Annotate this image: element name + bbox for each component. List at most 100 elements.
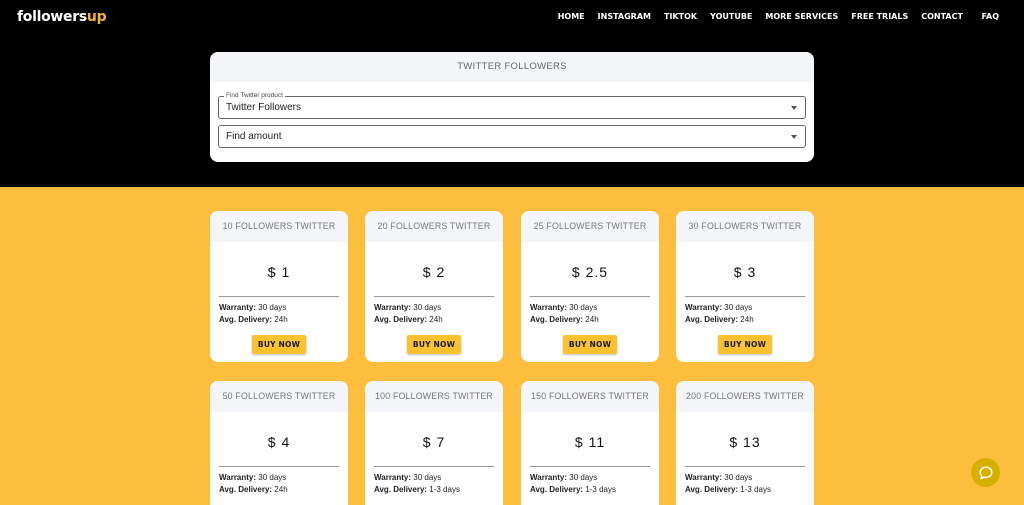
delivery-value: 1-3 days [740, 485, 771, 494]
warranty-value: 30 days [258, 303, 287, 312]
dropdown-arrow-icon [791, 106, 797, 110]
nav-youtube[interactable]: YOUTUBE [704, 12, 759, 22]
delivery-label: Avg. Delivery: [530, 485, 584, 494]
card-details: Warranty: 30 days Avg. Delivery: 1-3 day… [530, 472, 659, 496]
card-price: $ 3 [733, 264, 757, 280]
product-select-label: Find Twitter product [224, 91, 285, 101]
delivery-value: 24h [585, 315, 599, 324]
card-details: Warranty: 30 days Avg. Delivery: 1-3 day… [685, 472, 814, 496]
card-title: 100 FOLLOWERS TWITTER [365, 381, 503, 412]
main-nav: HOME INSTAGRAM TIKTOK YOUTUBE MORE SERVI… [551, 12, 999, 22]
divider [530, 296, 650, 297]
card-details: Warranty: 30 days Avg. Delivery: 24h [685, 302, 814, 326]
product-card: 50 FOLLOWERS TWITTER $ 4 Warranty: 30 da… [210, 381, 348, 505]
warranty-label: Warranty: [374, 473, 412, 482]
nav-faq[interactable]: FAQ [969, 12, 999, 22]
warranty-value: 30 days [724, 303, 753, 312]
warranty-label: Warranty: [219, 473, 257, 482]
header: followersup HOME INSTAGRAM TIKTOK YOUTUB… [0, 0, 1024, 187]
warranty-value: 30 days [258, 473, 287, 482]
card-price: $ 2 [422, 264, 446, 280]
delivery-label: Avg. Delivery: [685, 485, 739, 494]
card-price: $ 2.5 [571, 264, 609, 280]
product-card: 20 FOLLOWERS TWITTER $ 2 Warranty: 30 da… [365, 211, 503, 362]
card-title: 10 FOLLOWERS TWITTER [210, 211, 348, 242]
card-title: 150 FOLLOWERS TWITTER [521, 381, 659, 412]
logo[interactable]: followersup [17, 8, 107, 26]
card-details: Warranty: 30 days Avg. Delivery: 24h [374, 302, 503, 326]
card-price: $ 11 [574, 434, 606, 450]
delivery-label: Avg. Delivery: [685, 315, 739, 324]
card-title: 200 FOLLOWERS TWITTER [676, 381, 814, 412]
warranty-label: Warranty: [530, 303, 568, 312]
product-card: 100 FOLLOWERS TWITTER $ 7 Warranty: 30 d… [365, 381, 503, 505]
delivery-value: 1-3 days [429, 485, 460, 494]
nav-contact[interactable]: CONTACT [915, 12, 970, 22]
card-price: $ 7 [422, 434, 446, 450]
amount-select[interactable]: Find amount [218, 125, 806, 148]
delivery-label: Avg. Delivery: [530, 315, 584, 324]
delivery-value: 24h [274, 315, 288, 324]
warranty-value: 30 days [724, 473, 753, 482]
product-search-card: TWITTER FOLLOWERS Find Twitter product T… [210, 52, 814, 162]
card-details: Warranty: 30 days Avg. Delivery: 24h [219, 472, 348, 496]
divider [219, 296, 339, 297]
delivery-value: 1-3 days [585, 485, 616, 494]
card-price: $ 4 [267, 434, 291, 450]
delivery-label: Avg. Delivery: [219, 485, 273, 494]
divider [374, 466, 494, 467]
divider [685, 296, 805, 297]
dropdown-arrow-icon [791, 135, 797, 139]
product-card: 30 FOLLOWERS TWITTER $ 3 Warranty: 30 da… [676, 211, 814, 362]
product-card: 150 FOLLOWERS TWITTER $ 11 Warranty: 30 … [521, 381, 659, 505]
amount-select-value: Find amount [226, 131, 282, 142]
warranty-value: 30 days [569, 473, 598, 482]
buy-now-button[interactable]: BUY NOW [718, 335, 772, 354]
logo-text-yellow: up [86, 9, 107, 25]
product-select[interactable]: Find Twitter product Twitter Followers [218, 91, 806, 119]
buy-now-button[interactable]: BUY NOW [407, 335, 461, 354]
card-price: $ 1 [267, 264, 291, 280]
nav-home[interactable]: HOME [551, 12, 591, 22]
divider [219, 466, 339, 467]
card-details: Warranty: 30 days Avg. Delivery: 1-3 day… [374, 472, 503, 496]
divider [685, 466, 805, 467]
nav-tiktok[interactable]: TIKTOK [657, 12, 703, 22]
card-price: $ 13 [729, 434, 761, 450]
card-title: 20 FOLLOWERS TWITTER [365, 211, 503, 242]
warranty-label: Warranty: [219, 303, 257, 312]
warranty-label: Warranty: [530, 473, 568, 482]
delivery-value: 24h [429, 315, 443, 324]
buy-now-button[interactable]: BUY NOW [563, 335, 617, 354]
chat-button[interactable] [971, 458, 1000, 487]
delivery-value: 24h [274, 485, 288, 494]
divider [530, 466, 650, 467]
warranty-label: Warranty: [685, 473, 723, 482]
nav-free-trials[interactable]: FREE TRIALS [845, 12, 915, 22]
card-title: 25 FOLLOWERS TWITTER [521, 211, 659, 242]
buy-now-button[interactable]: BUY NOW [252, 335, 306, 354]
nav-more-services[interactable]: MORE SERVICES [759, 12, 845, 22]
delivery-label: Avg. Delivery: [374, 485, 428, 494]
warranty-label: Warranty: [374, 303, 412, 312]
product-card: 200 FOLLOWERS TWITTER $ 13 Warranty: 30 … [676, 381, 814, 505]
card-title: 30 FOLLOWERS TWITTER [676, 211, 814, 242]
product-card: 10 FOLLOWERS TWITTER $ 1 Warranty: 30 da… [210, 211, 348, 362]
card-details: Warranty: 30 days Avg. Delivery: 24h [219, 302, 348, 326]
delivery-label: Avg. Delivery: [374, 315, 428, 324]
warranty-label: Warranty: [685, 303, 723, 312]
delivery-value: 24h [740, 315, 754, 324]
products-section [0, 187, 1024, 505]
warranty-value: 30 days [413, 303, 442, 312]
divider [374, 296, 494, 297]
warranty-value: 30 days [413, 473, 442, 482]
nav-instagram[interactable]: INSTAGRAM [591, 12, 657, 22]
delivery-label: Avg. Delivery: [219, 315, 273, 324]
product-card: 25 FOLLOWERS TWITTER $ 2.5 Warranty: 30 … [521, 211, 659, 362]
search-card-title: TWITTER FOLLOWERS [210, 52, 814, 82]
product-select-value: Twitter Followers [226, 102, 302, 113]
chat-bubble-icon [979, 466, 992, 479]
card-title: 50 FOLLOWERS TWITTER [210, 381, 348, 412]
logo-text-white: followers [17, 9, 87, 25]
card-details: Warranty: 30 days Avg. Delivery: 24h [530, 302, 659, 326]
